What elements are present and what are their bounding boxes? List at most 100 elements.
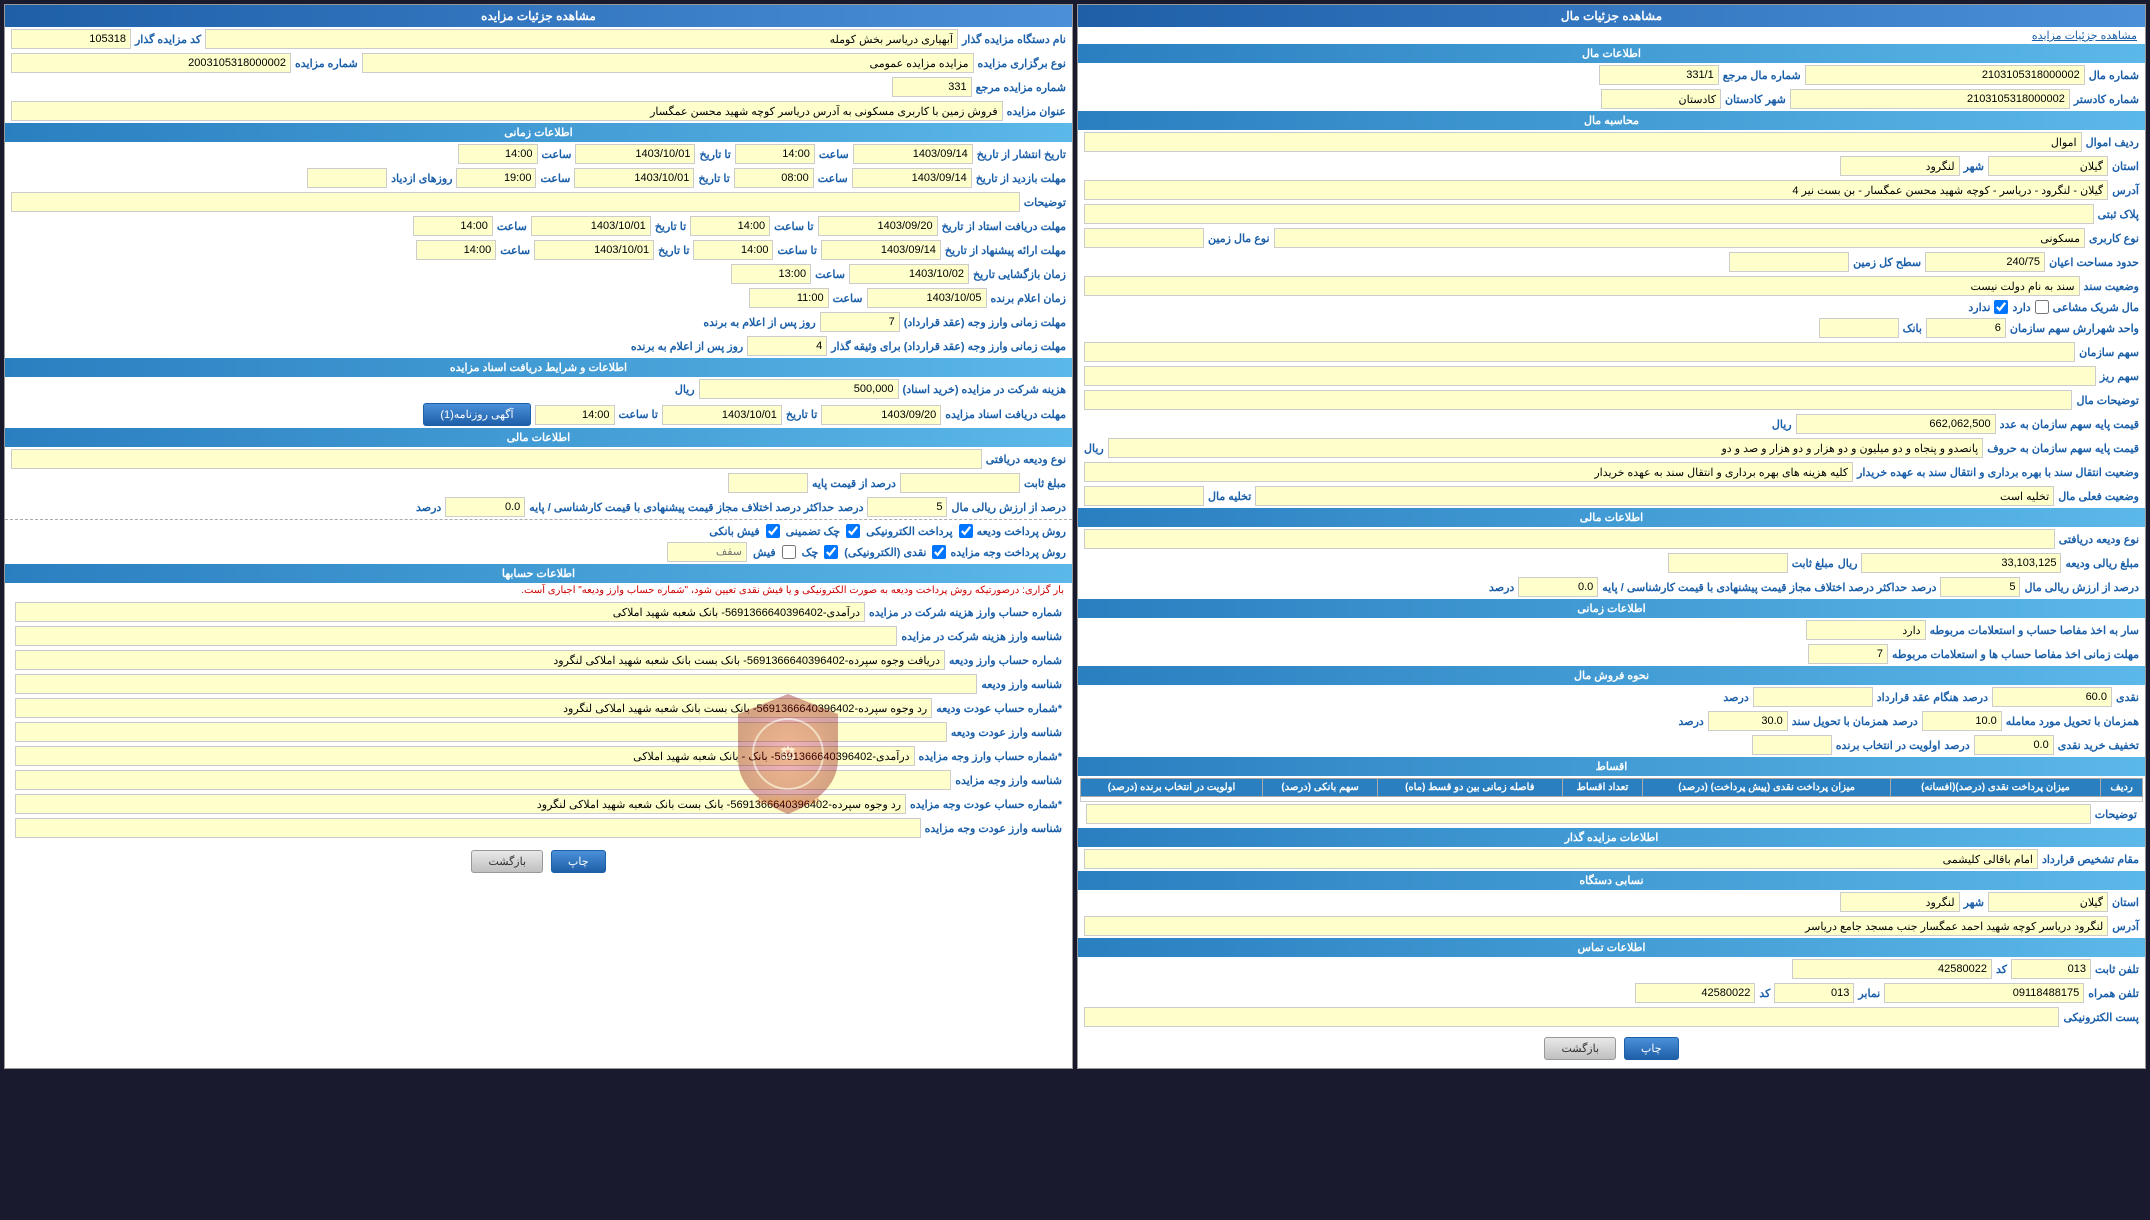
darsad-arzesh-input[interactable] bbox=[867, 497, 947, 517]
darsad-input[interactable] bbox=[1940, 577, 2020, 597]
mohlat-arae-az-saat-input[interactable] bbox=[693, 240, 773, 260]
ostan-gar-input[interactable] bbox=[1988, 892, 2108, 912]
vojoh-fish-cb[interactable] bbox=[782, 545, 796, 559]
noe-bargozari-input[interactable] bbox=[362, 53, 974, 73]
nam-dastgah-input[interactable] bbox=[205, 29, 958, 49]
noe-amoal-input[interactable] bbox=[1084, 132, 2082, 152]
payment-electronic-cb[interactable] bbox=[959, 524, 973, 538]
mohlat-daryaft-az-input[interactable] bbox=[818, 216, 938, 236]
shomare-mal-input[interactable] bbox=[1805, 65, 2085, 85]
left-back-button[interactable]: بازگشت bbox=[1544, 1037, 1616, 1060]
vojoh-naghdi-cb[interactable] bbox=[932, 545, 946, 559]
vojoh-chek-cb[interactable] bbox=[824, 545, 838, 559]
tazih-zamani-input[interactable] bbox=[11, 192, 1020, 212]
hazina-input[interactable] bbox=[699, 379, 899, 399]
shahr-input[interactable] bbox=[1840, 156, 1960, 176]
tazih-aqsat-input[interactable] bbox=[1086, 804, 2091, 824]
mohlat-daryaft-ta-input[interactable] bbox=[531, 216, 651, 236]
zaman-elam-input[interactable] bbox=[867, 288, 987, 308]
kadaster-input[interactable] bbox=[1790, 89, 2070, 109]
vasiat-input[interactable] bbox=[1084, 276, 2080, 296]
noe-vadiye-input[interactable] bbox=[1084, 529, 2055, 549]
telefon-hamrah-input[interactable] bbox=[1884, 983, 2084, 1003]
roz-azar-input[interactable] bbox=[307, 168, 387, 188]
onvan-input[interactable] bbox=[11, 101, 1003, 121]
mohlat-araeVadiye-input[interactable] bbox=[820, 312, 900, 332]
code-fax-input[interactable] bbox=[1774, 983, 1854, 1003]
mojavez-input[interactable] bbox=[1518, 577, 1598, 597]
shenase-odut-input[interactable] bbox=[15, 722, 947, 742]
mablagh-sabet-input[interactable] bbox=[1668, 553, 1788, 573]
zaman-elam-saat-input[interactable] bbox=[749, 288, 829, 308]
zaman-bazgashayi-input[interactable] bbox=[849, 264, 969, 284]
sharik-checkbox[interactable] bbox=[2035, 300, 2049, 314]
telefon-sabet-input[interactable] bbox=[1792, 959, 1992, 979]
gheymatebase-text-input[interactable] bbox=[1108, 438, 1984, 458]
mablagh-sabet-right-input[interactable] bbox=[900, 473, 1020, 493]
left-print-button[interactable]: چاپ bbox=[1624, 1037, 1679, 1060]
sahme-sazman-input[interactable] bbox=[1084, 342, 2075, 362]
shahrtext-input[interactable] bbox=[1601, 89, 1721, 109]
payment-fish-cb[interactable] bbox=[766, 524, 780, 538]
zaman-bazgashayi-saat-input[interactable] bbox=[731, 264, 811, 284]
fax-input[interactable] bbox=[1635, 983, 1755, 1003]
enteshar-ta-saat-input[interactable] bbox=[458, 144, 538, 164]
takhlie-input[interactable] bbox=[1084, 486, 1204, 506]
darsad-paye-input[interactable] bbox=[728, 473, 808, 493]
hesab-odut-input[interactable] bbox=[15, 698, 932, 718]
mohlat-daryaft-ta-saat-input[interactable] bbox=[413, 216, 493, 236]
moghaam-input[interactable] bbox=[1084, 849, 2038, 869]
shomare-mal-marje-input[interactable] bbox=[1599, 65, 1719, 85]
mohlat-arae-az-input[interactable] bbox=[821, 240, 941, 260]
sath-kol-input[interactable] bbox=[1729, 252, 1849, 272]
hamzaman-input[interactable] bbox=[1922, 711, 2002, 731]
shahr-gar-input[interactable] bbox=[1840, 892, 1960, 912]
agahi-button[interactable]: آگهی روزنامه(1) bbox=[423, 403, 530, 426]
mohlat-arae-ta-saat-input[interactable] bbox=[416, 240, 496, 260]
noe-karbari-input[interactable] bbox=[1274, 228, 2085, 248]
shenase-vojoh-input[interactable] bbox=[15, 770, 951, 790]
noe-mal-input[interactable] bbox=[1084, 228, 1204, 248]
hesab-vojoh-odut-input[interactable] bbox=[15, 794, 906, 814]
enteshar-az-saat-input[interactable] bbox=[735, 144, 815, 164]
enteshar-az-input[interactable] bbox=[853, 144, 973, 164]
hesab-vadiye-input[interactable] bbox=[15, 650, 945, 670]
olaviat-input[interactable] bbox=[1752, 735, 1832, 755]
payment-chek-cb[interactable] bbox=[846, 524, 860, 538]
shenase-vojoh-odut-input[interactable] bbox=[15, 818, 921, 838]
address-gar-input[interactable] bbox=[1084, 916, 2108, 936]
shenase-vadiye-input[interactable] bbox=[15, 674, 977, 694]
mohlat-input[interactable] bbox=[1808, 644, 1888, 664]
masahat-input[interactable] bbox=[1925, 252, 2045, 272]
asnad-mohlat-ta-input[interactable] bbox=[662, 405, 782, 425]
shenase-hazina-input[interactable] bbox=[15, 626, 897, 646]
bazdid-ta-input[interactable] bbox=[574, 168, 694, 188]
shomare-mazayade-input[interactable] bbox=[11, 53, 291, 73]
asnad-mohlat-az-input[interactable] bbox=[821, 405, 941, 425]
shahrsazman-input[interactable] bbox=[1926, 318, 2006, 338]
takhfif-input[interactable] bbox=[1974, 735, 2054, 755]
vaziat-naghl-input[interactable] bbox=[1084, 462, 1853, 482]
email-input[interactable] bbox=[1084, 1007, 2059, 1027]
mohlat-daryaft-az-saat-input[interactable] bbox=[690, 216, 770, 236]
sharik-nadarad-checkbox[interactable] bbox=[1994, 300, 2008, 314]
bazdid-az-input[interactable] bbox=[852, 168, 972, 188]
address-input[interactable] bbox=[1084, 180, 2108, 200]
naghd-val-input[interactable] bbox=[1992, 687, 2112, 707]
vojoh-extra-input[interactable] bbox=[667, 542, 747, 562]
tazih-input[interactable] bbox=[1084, 390, 2072, 410]
hesab-vojoh-input[interactable] bbox=[15, 746, 915, 766]
sarAkhz-input[interactable] bbox=[1806, 620, 1926, 640]
breadcrumb-link[interactable]: مشاهده جزئیات مزایده bbox=[1078, 27, 2145, 44]
asnad-mohlat-saat-input[interactable] bbox=[535, 405, 615, 425]
mohlat-VadiyeGozar-input[interactable] bbox=[747, 336, 827, 356]
noe-vadiye-right-input[interactable] bbox=[11, 449, 982, 469]
gheymatebase-input[interactable] bbox=[1796, 414, 1996, 434]
right-back-button[interactable]: بازگشت bbox=[471, 850, 543, 873]
bazdid-az-saat-input[interactable] bbox=[734, 168, 814, 188]
mojavez-right-input[interactable] bbox=[445, 497, 525, 517]
bank-input[interactable] bbox=[1819, 318, 1899, 338]
mohlat-arae-ta-input[interactable] bbox=[534, 240, 654, 260]
sahme-riz-input[interactable] bbox=[1084, 366, 2096, 386]
hangam-input[interactable] bbox=[1753, 687, 1873, 707]
